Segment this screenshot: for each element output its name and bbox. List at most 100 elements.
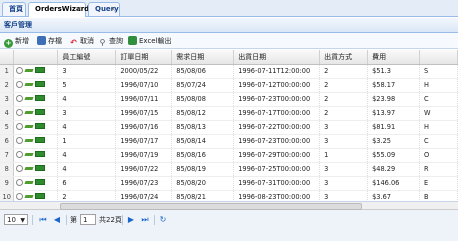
cell-ship-via: 2 <box>319 64 369 79</box>
cell-order-date: 1996/07/19 <box>115 148 173 163</box>
view-icon[interactable] <box>16 151 24 158</box>
cell-order-date: 1996/07/24 <box>115 190 173 201</box>
edit-icon[interactable] <box>24 97 35 100</box>
cell-employee-id: 2 <box>57 190 117 201</box>
col-header-employee-id[interactable]: 員工編號 <box>57 50 117 65</box>
view-icon[interactable] <box>16 95 24 102</box>
pager-divider <box>154 215 155 225</box>
cell-shipped-date: 1996-07-23T00:00:00 <box>233 134 321 149</box>
delete-icon[interactable] <box>35 193 46 199</box>
edit-icon[interactable] <box>24 111 35 114</box>
cell-extra: H <box>419 120 458 135</box>
tab-query[interactable]: Query × <box>88 2 120 16</box>
cell-order-date: 1996/07/22 <box>115 162 173 177</box>
refresh-icon[interactable]: ↻ <box>158 215 168 225</box>
col-header-actions <box>13 50 59 65</box>
prev-page-icon[interactable]: ◀ <box>52 215 62 225</box>
table-row[interactable]: 4 3 1996/07/15 85/08/12 1996-07-17T00:00:00 2… <box>0 106 458 121</box>
cell-employee-id: 4 <box>57 162 117 177</box>
table-row[interactable]: 9 6 1996/07/23 85/08/20 1996-07-31T00:00:00 3… <box>0 176 458 191</box>
row-actions <box>13 176 59 191</box>
table-row[interactable]: 7 4 1996/07/19 85/08/16 1996-07-29T00:00:00 1… <box>0 148 458 163</box>
tab-orderswizard[interactable]: OrdersWizard × <box>28 2 89 17</box>
table-row[interactable]: 1 3 2000/05/22 85/08/06 1996-07-11T12:00:00 2… <box>0 64 458 79</box>
cell-ship-via: 2 <box>319 92 369 107</box>
panel-title: 客戶管理 <box>0 18 458 33</box>
delete-icon[interactable] <box>35 165 46 171</box>
view-icon[interactable] <box>16 67 24 74</box>
view-icon[interactable] <box>16 179 24 186</box>
edit-icon[interactable] <box>24 181 35 184</box>
delete-icon[interactable] <box>35 137 46 143</box>
floppy-icon <box>37 36 46 45</box>
table-row[interactable]: 5 4 1996/07/16 85/08/13 1996-07-22T00:00:00 3… <box>0 120 458 135</box>
page-number-input[interactable]: 1 <box>80 214 96 225</box>
edit-icon[interactable] <box>24 153 35 156</box>
delete-icon[interactable] <box>35 67 46 73</box>
cell-required-date: 85/08/13 <box>171 120 235 135</box>
view-icon[interactable] <box>16 123 24 130</box>
cell-ship-via: 2 <box>319 78 369 93</box>
edit-icon[interactable] <box>24 125 35 128</box>
cell-ship-via: 3 <box>319 190 369 201</box>
view-icon[interactable] <box>16 81 24 88</box>
delete-icon[interactable] <box>35 179 46 185</box>
cell-required-date: 85/08/21 <box>171 190 235 201</box>
view-icon[interactable] <box>16 193 24 200</box>
delete-icon[interactable] <box>35 123 46 129</box>
delete-icon[interactable] <box>35 151 46 157</box>
table-row[interactable]: 6 1 1996/07/17 85/08/14 1996-07-23T00:00:00 3… <box>0 134 458 149</box>
edit-icon[interactable] <box>24 83 35 86</box>
delete-icon[interactable] <box>35 81 46 87</box>
next-page-icon[interactable]: ▶ <box>126 215 136 225</box>
cell-shipped-date: 1996-07-22T00:00:00 <box>233 120 321 135</box>
cell-order-date: 1996/07/10 <box>115 78 173 93</box>
page-size-select[interactable]: 10 ▼ <box>4 214 28 225</box>
save-button[interactable]: 存檔 <box>37 35 62 47</box>
scrollbar-thumb[interactable] <box>60 203 362 210</box>
excel-export-button[interactable]: Excel輸出 <box>128 35 172 47</box>
edit-icon[interactable] <box>24 167 35 170</box>
delete-icon[interactable] <box>35 95 46 101</box>
close-icon[interactable]: × <box>76 3 82 16</box>
close-icon[interactable]: × <box>110 3 116 16</box>
cell-required-date: 85/08/08 <box>171 92 235 107</box>
first-page-icon[interactable]: ⏮ <box>38 215 48 225</box>
row-actions <box>13 78 59 93</box>
edit-icon[interactable] <box>24 69 35 72</box>
edit-icon[interactable] <box>24 139 35 142</box>
table-row[interactable]: 8 4 1996/07/22 85/08/19 1996-07-25T00:00:00 3… <box>0 162 458 177</box>
cell-extra: W <box>419 106 458 121</box>
horizontal-scrollbar[interactable] <box>0 202 458 210</box>
cell-extra: C <box>419 134 458 149</box>
col-header-order-date[interactable]: 訂單日期 <box>115 50 173 65</box>
col-header-required-date[interactable]: 需求日期 <box>171 50 235 65</box>
query-button[interactable]: ⚲ 查詢 <box>98 35 123 47</box>
tab-label: 首頁 <box>9 5 23 13</box>
tab-home[interactable]: 首頁 <box>2 2 26 16</box>
cell-employee-id: 3 <box>57 106 117 121</box>
cell-ship-via: 1 <box>319 148 369 163</box>
col-header-ship-via[interactable]: 出貨方式 <box>319 50 369 65</box>
table-row[interactable]: 2 5 1996/07/10 85/07/24 1996-07-12T00:00:00 2… <box>0 78 458 93</box>
delete-icon[interactable] <box>35 109 46 115</box>
query-label: 查詢 <box>109 37 123 45</box>
table-row[interactable]: 3 4 1996/07/11 85/08/08 1996-07-23T00:00:00 2… <box>0 92 458 107</box>
col-header-shipped-date[interactable]: 出貨日期 <box>233 50 321 65</box>
cancel-button[interactable]: ↶ 取消 <box>69 35 94 47</box>
col-header-extra[interactable] <box>419 50 458 65</box>
last-page-icon[interactable]: ⏭ <box>140 215 150 225</box>
cell-employee-id: 4 <box>57 120 117 135</box>
view-icon[interactable] <box>16 165 24 172</box>
cell-freight: $48.29 <box>367 162 421 177</box>
view-icon[interactable] <box>16 109 24 116</box>
cell-required-date: 85/08/16 <box>171 148 235 163</box>
edit-icon[interactable] <box>24 195 35 198</box>
row-actions <box>13 106 59 121</box>
add-button[interactable]: + 新增 <box>4 35 29 48</box>
cell-required-date: 85/08/12 <box>171 106 235 121</box>
table-row[interactable]: 10 2 1996/07/24 85/08/21 1996-08-23T00:00:00… <box>0 190 458 201</box>
page-size-value: 10 <box>7 216 16 224</box>
view-icon[interactable] <box>16 137 24 144</box>
col-header-freight[interactable]: 費用 <box>367 50 421 65</box>
